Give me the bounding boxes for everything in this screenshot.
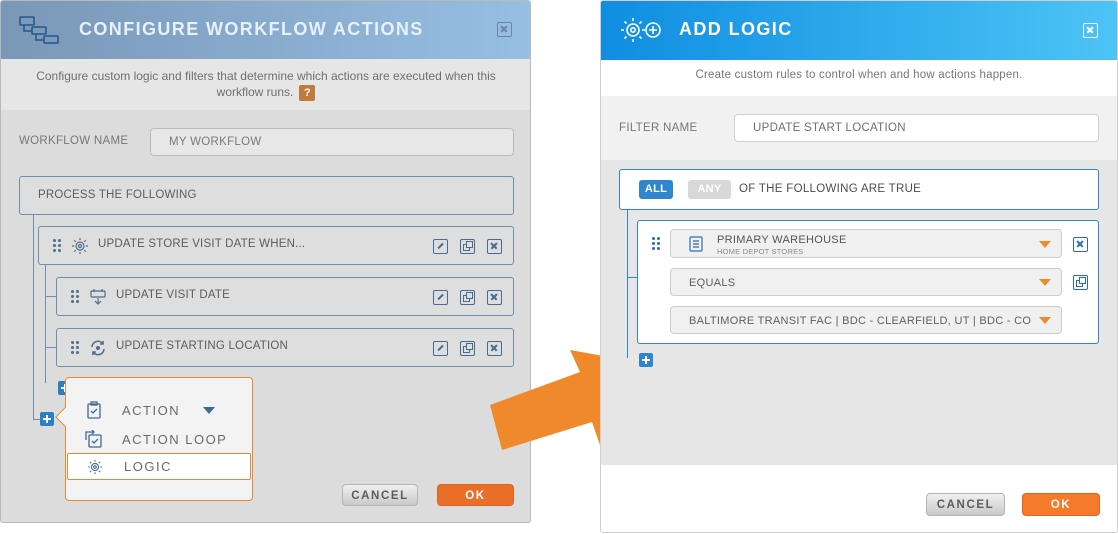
match-all-toggle[interactable]: ALL: [639, 180, 673, 199]
location-refresh-icon: [91, 340, 105, 356]
logic-add-icon: [621, 18, 661, 42]
cancel-button[interactable]: CANCEL: [926, 493, 1005, 516]
delete-icon[interactable]: [1073, 237, 1088, 252]
chevron-down-icon[interactable]: [1039, 317, 1051, 324]
help-icon[interactable]: ?: [299, 84, 316, 101]
action-label: UPDATE STARTING LOCATION: [116, 340, 288, 352]
action-label: UPDATE STORE VISIT DATE WHEN...: [98, 238, 306, 250]
rule-block: PRIMARY WAREHOUSE HOME DEPOT STORES EQUA…: [637, 220, 1099, 344]
process-label: PROCESS THE FOLLOWING: [38, 189, 197, 201]
match-any-toggle[interactable]: ANY: [688, 180, 731, 199]
drag-handle-icon[interactable]: [71, 341, 79, 355]
logic-builder-area: ALL ANY OF THE FOLLOWING ARE TRUE PRIMAR…: [601, 160, 1117, 465]
document-icon: [689, 236, 703, 252]
description-area: Configure custom logic and filters that …: [1, 59, 530, 110]
operator-select[interactable]: EQUALS: [670, 268, 1062, 296]
cancel-button[interactable]: CANCEL: [342, 484, 418, 506]
copy-icon[interactable]: [460, 239, 475, 254]
dialog-title: ADD LOGIC: [679, 19, 793, 39]
ok-button[interactable]: OK: [437, 484, 514, 506]
filter-name-input[interactable]: UPDATE START LOCATION: [734, 114, 1099, 142]
chevron-down-icon[interactable]: [203, 407, 215, 414]
add-step-button[interactable]: [40, 412, 54, 426]
loop-icon: [85, 430, 102, 448]
condition-text: OF THE FOLLOWING ARE TRUE: [739, 183, 922, 195]
field-source: HOME DEPOT STORES: [717, 247, 804, 256]
drag-handle-icon[interactable]: [53, 239, 61, 253]
value-select[interactable]: BALTIMORE TRANSIT FAC | BDC - CLEARFIELD…: [670, 306, 1062, 334]
logic-bulb-icon: [72, 238, 88, 254]
logic-bulb-icon: [87, 459, 103, 475]
add-rule-button[interactable]: [639, 353, 653, 367]
field-label: PRIMARY WAREHOUSE: [717, 234, 847, 246]
dialog-title: CONFIGURE WORKFLOW ACTIONS: [79, 19, 424, 39]
workflow-name-label: WORKFLOW NAME: [19, 135, 129, 147]
action-item-logic[interactable]: UPDATE STORE VISIT DATE WHEN...: [38, 226, 514, 265]
dialog-header: ADD LOGIC: [601, 1, 1117, 60]
delete-icon[interactable]: [487, 290, 502, 305]
menu-item-action-loop[interactable]: ACTION LOOP: [66, 426, 252, 452]
dialog-description: Create custom rules to control when and …: [695, 69, 1023, 81]
copy-icon[interactable]: [460, 290, 475, 305]
calendar-update-icon: [90, 289, 106, 305]
field-select[interactable]: PRIMARY WAREHOUSE HOME DEPOT STORES: [670, 229, 1062, 258]
menu-item-label: ACTION: [122, 403, 181, 418]
workflow-icon: [19, 16, 59, 44]
dialog-header: CONFIGURE WORKFLOW ACTIONS: [1, 1, 530, 59]
action-item-update-starting-location[interactable]: UPDATE STARTING LOCATION: [56, 328, 514, 367]
drag-handle-icon[interactable]: [71, 290, 79, 304]
action-label: UPDATE VISIT DATE: [116, 289, 230, 301]
filter-name-row: FILTER NAME UPDATE START LOCATION: [601, 96, 1117, 160]
close-icon[interactable]: [497, 22, 512, 37]
process-block[interactable]: PROCESS THE FOLLOWING: [19, 176, 514, 215]
menu-item-label: ACTION LOOP: [122, 432, 228, 447]
value-text: BALTIMORE TRANSIT FAC | BDC - CLEARFIELD…: [689, 315, 1031, 327]
copy-icon[interactable]: [1073, 275, 1088, 290]
edit-icon[interactable]: [433, 290, 448, 305]
ok-button[interactable]: OK: [1022, 493, 1100, 516]
menu-item-logic[interactable]: LOGIC: [67, 453, 251, 480]
menu-item-label: LOGIC: [124, 459, 172, 474]
clipboard-icon: [87, 401, 101, 419]
configure-workflow-dialog: CONFIGURE WORKFLOW ACTIONS Configure cus…: [0, 0, 531, 523]
chevron-down-icon[interactable]: [1039, 279, 1051, 286]
copy-icon[interactable]: [460, 341, 475, 356]
edit-icon[interactable]: [433, 239, 448, 254]
drag-handle-icon[interactable]: [652, 237, 660, 251]
add-step-menu: ACTION ACTION LOOP LOGIC: [55, 377, 253, 501]
chevron-down-icon[interactable]: [1039, 241, 1051, 248]
operator-value: EQUALS: [689, 277, 736, 289]
dialog-description: Configure custom logic and filters that …: [36, 69, 496, 101]
delete-icon[interactable]: [487, 239, 502, 254]
edit-icon[interactable]: [433, 341, 448, 356]
close-icon[interactable]: [1083, 23, 1098, 38]
filter-name-label: FILTER NAME: [619, 122, 698, 134]
add-logic-dialog: ADD LOGIC Create custom rules to control…: [600, 0, 1118, 533]
action-item-update-visit-date[interactable]: UPDATE VISIT DATE: [56, 277, 514, 316]
menu-item-action[interactable]: ACTION: [66, 397, 252, 423]
condition-group: ALL ANY OF THE FOLLOWING ARE TRUE: [619, 169, 1099, 210]
workflow-name-input[interactable]: MY WORKFLOW: [150, 128, 514, 156]
